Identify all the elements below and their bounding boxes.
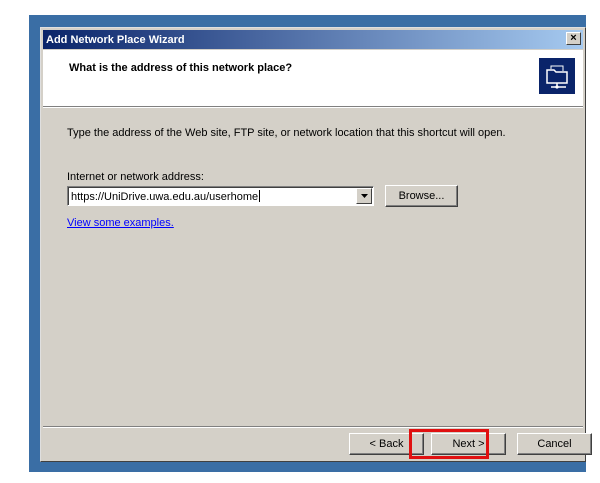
instruction-text: Type the address of the Web site, FTP si… [67,127,506,139]
cancel-button[interactable]: Cancel [517,433,592,455]
view-examples-link[interactable]: View some examples. [67,217,174,229]
footer-separator-highlight [43,427,583,428]
browse-button[interactable]: Browse... [385,185,458,207]
wizard-window: Add Network Place Wizard × What is the a… [40,27,592,462]
dropdown-button[interactable] [356,188,372,204]
window-title: Add Network Place Wizard [46,33,185,46]
next-button[interactable]: Next > [431,433,506,455]
address-value: https://UniDrive.uwa.edu.au/userhome [71,191,259,203]
network-folder-icon [539,58,575,94]
header-separator [43,107,583,108]
close-icon: × [570,32,577,44]
address-combobox[interactable]: https://UniDrive.uwa.edu.au/userhome [67,186,374,206]
page-title: What is the address of this network plac… [69,62,293,74]
title-bar[interactable]: Add Network Place Wizard × [43,30,583,49]
address-input[interactable]: https://UniDrive.uwa.edu.au/userhome [71,190,261,203]
address-label: Internet or network address: [67,171,204,183]
text-caret [259,190,261,202]
chevron-down-icon [360,194,368,198]
close-button[interactable]: × [566,32,581,45]
wizard-header: What is the address of this network plac… [43,50,583,107]
back-button[interactable]: < Back [349,433,424,455]
